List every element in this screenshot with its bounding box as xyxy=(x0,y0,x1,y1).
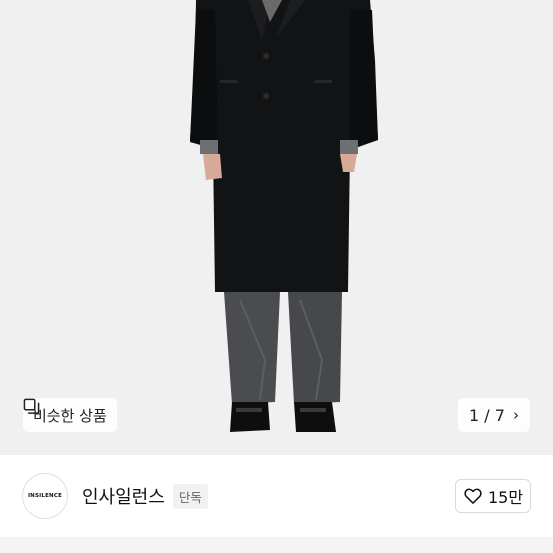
current-page: 1 xyxy=(469,405,480,425)
exclusive-badge: 단독 xyxy=(172,483,208,509)
store-bar: INSILENCE 인사일런스 단독 15만 xyxy=(0,455,553,537)
product-image-carousel[interactable]: 비슷한 상품 1 / 7 › xyxy=(0,0,553,455)
section-divider xyxy=(0,537,553,553)
store-name[interactable]: 인사일런스 xyxy=(82,483,165,509)
like-count: 15만 xyxy=(487,488,524,507)
page-separator: / xyxy=(484,405,490,425)
pager-text: 1 / 7 xyxy=(469,406,505,425)
similar-products-label: 비슷한 상품 xyxy=(33,406,107,425)
store-logo-text: INSILENCE xyxy=(27,493,63,499)
similar-products-button[interactable]: 비슷한 상품 xyxy=(23,398,117,432)
similar-items-icon xyxy=(23,398,40,414)
total-pages: 7 xyxy=(494,405,505,425)
image-pager[interactable]: 1 / 7 › xyxy=(458,398,530,432)
product-photo xyxy=(0,0,553,455)
like-button[interactable]: 15만 xyxy=(455,479,531,513)
store-logo[interactable]: INSILENCE xyxy=(22,473,68,519)
heart-icon xyxy=(464,488,482,504)
chevron-right-icon: › xyxy=(512,405,519,424)
